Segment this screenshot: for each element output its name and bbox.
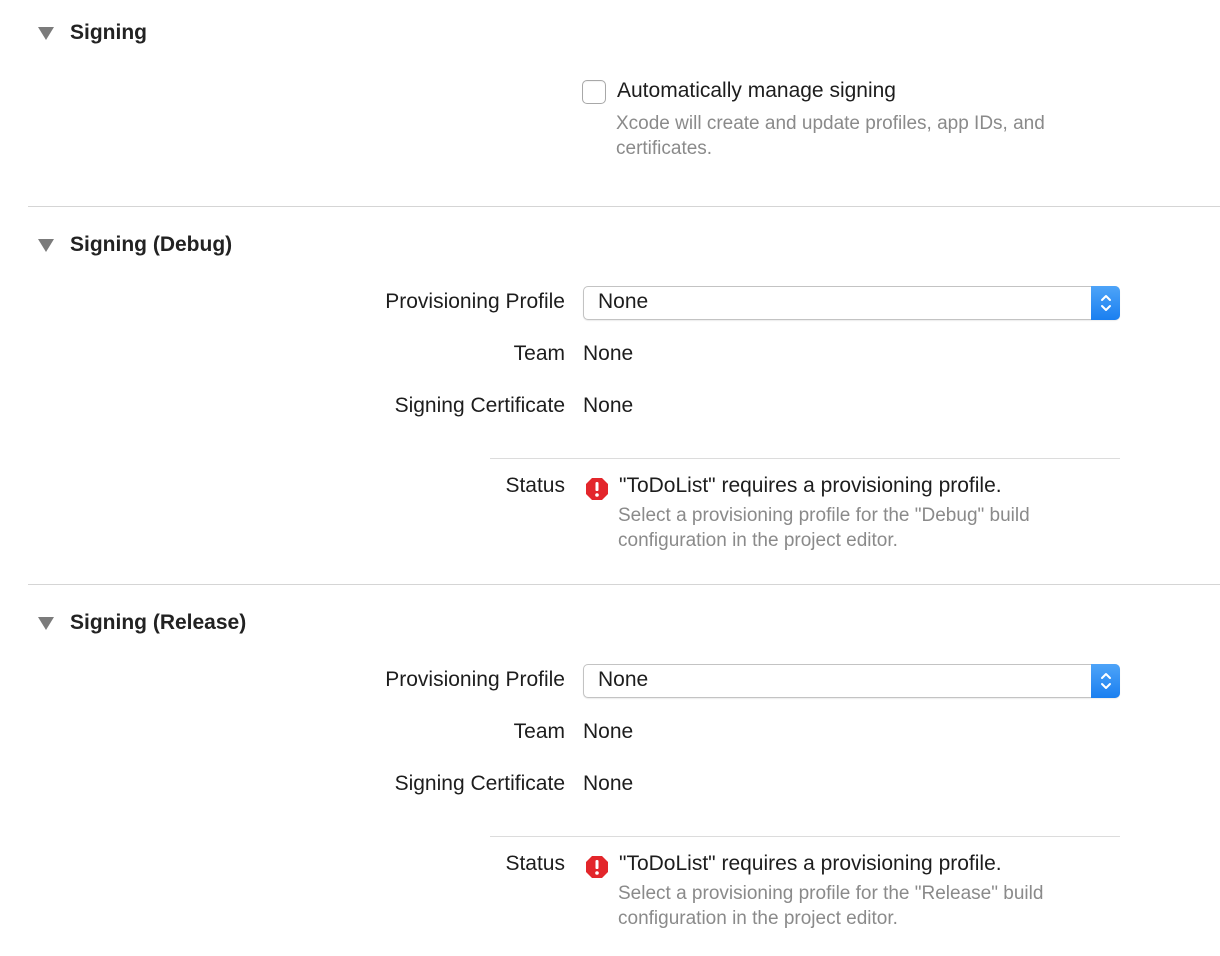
auto-manage-signing-label[interactable]: Automatically manage signing <box>617 79 896 103</box>
status-divider <box>490 836 1120 837</box>
section-header-signing-debug[interactable]: Signing (Debug) <box>38 233 232 257</box>
up-down-chevron-icon <box>1091 664 1120 698</box>
provisioning-profile-label: Provisioning Profile <box>385 668 565 691</box>
provisioning-profile-popup-debug[interactable]: None <box>583 286 1120 320</box>
help-line: Select a provisioning profile for the "D… <box>618 505 1030 526</box>
disclosure-triangle-icon[interactable] <box>38 26 54 40</box>
popup-value: None <box>598 290 649 313</box>
section-title: Signing <box>70 21 147 44</box>
error-octagon-icon <box>585 855 609 879</box>
popup-value: None <box>598 668 649 691</box>
disclosure-triangle-icon[interactable] <box>38 238 54 252</box>
status-help-text: Select a provisioning profile for the "D… <box>618 503 1030 553</box>
section-divider <box>28 206 1220 207</box>
help-line: configuration in the project editor. <box>618 908 898 929</box>
section-title: Signing (Release) <box>70 611 247 634</box>
status-divider <box>490 458 1120 459</box>
team-label: Team <box>513 342 565 365</box>
provisioning-profile-popup-release[interactable]: None <box>583 664 1120 698</box>
error-octagon-icon <box>585 477 609 501</box>
auto-manage-signing-checkbox[interactable] <box>582 80 606 104</box>
provisioning-profile-label: Provisioning Profile <box>385 290 565 313</box>
section-header-signing[interactable]: Signing <box>38 21 147 45</box>
help-line: Xcode will create and update profiles, a… <box>616 113 1045 134</box>
up-down-chevron-icon <box>1091 286 1120 320</box>
team-value: None <box>583 342 634 365</box>
signing-certificate-label: Signing Certificate <box>394 772 565 795</box>
team-value: None <box>583 720 634 743</box>
status-message: "ToDoList" requires a provisioning profi… <box>619 852 1002 875</box>
help-line: configuration in the project editor. <box>618 530 898 551</box>
status-label: Status <box>505 852 565 875</box>
help-line: Select a provisioning profile for the "R… <box>618 883 1044 904</box>
section-title: Signing (Debug) <box>70 233 233 256</box>
status-help-text: Select a provisioning profile for the "R… <box>618 881 1043 931</box>
auto-manage-help-text: Xcode will create and update profiles, a… <box>616 111 1045 161</box>
help-line: certificates. <box>616 138 713 159</box>
status-message: "ToDoList" requires a provisioning profi… <box>619 474 1002 497</box>
signing-certificate-value: None <box>583 394 634 417</box>
disclosure-triangle-icon[interactable] <box>38 616 54 630</box>
status-label: Status <box>505 474 565 497</box>
team-label: Team <box>513 720 565 743</box>
section-divider <box>28 584 1220 585</box>
signing-certificate-value: None <box>583 772 634 795</box>
section-header-signing-release[interactable]: Signing (Release) <box>38 611 246 635</box>
signing-certificate-label: Signing Certificate <box>394 394 565 417</box>
